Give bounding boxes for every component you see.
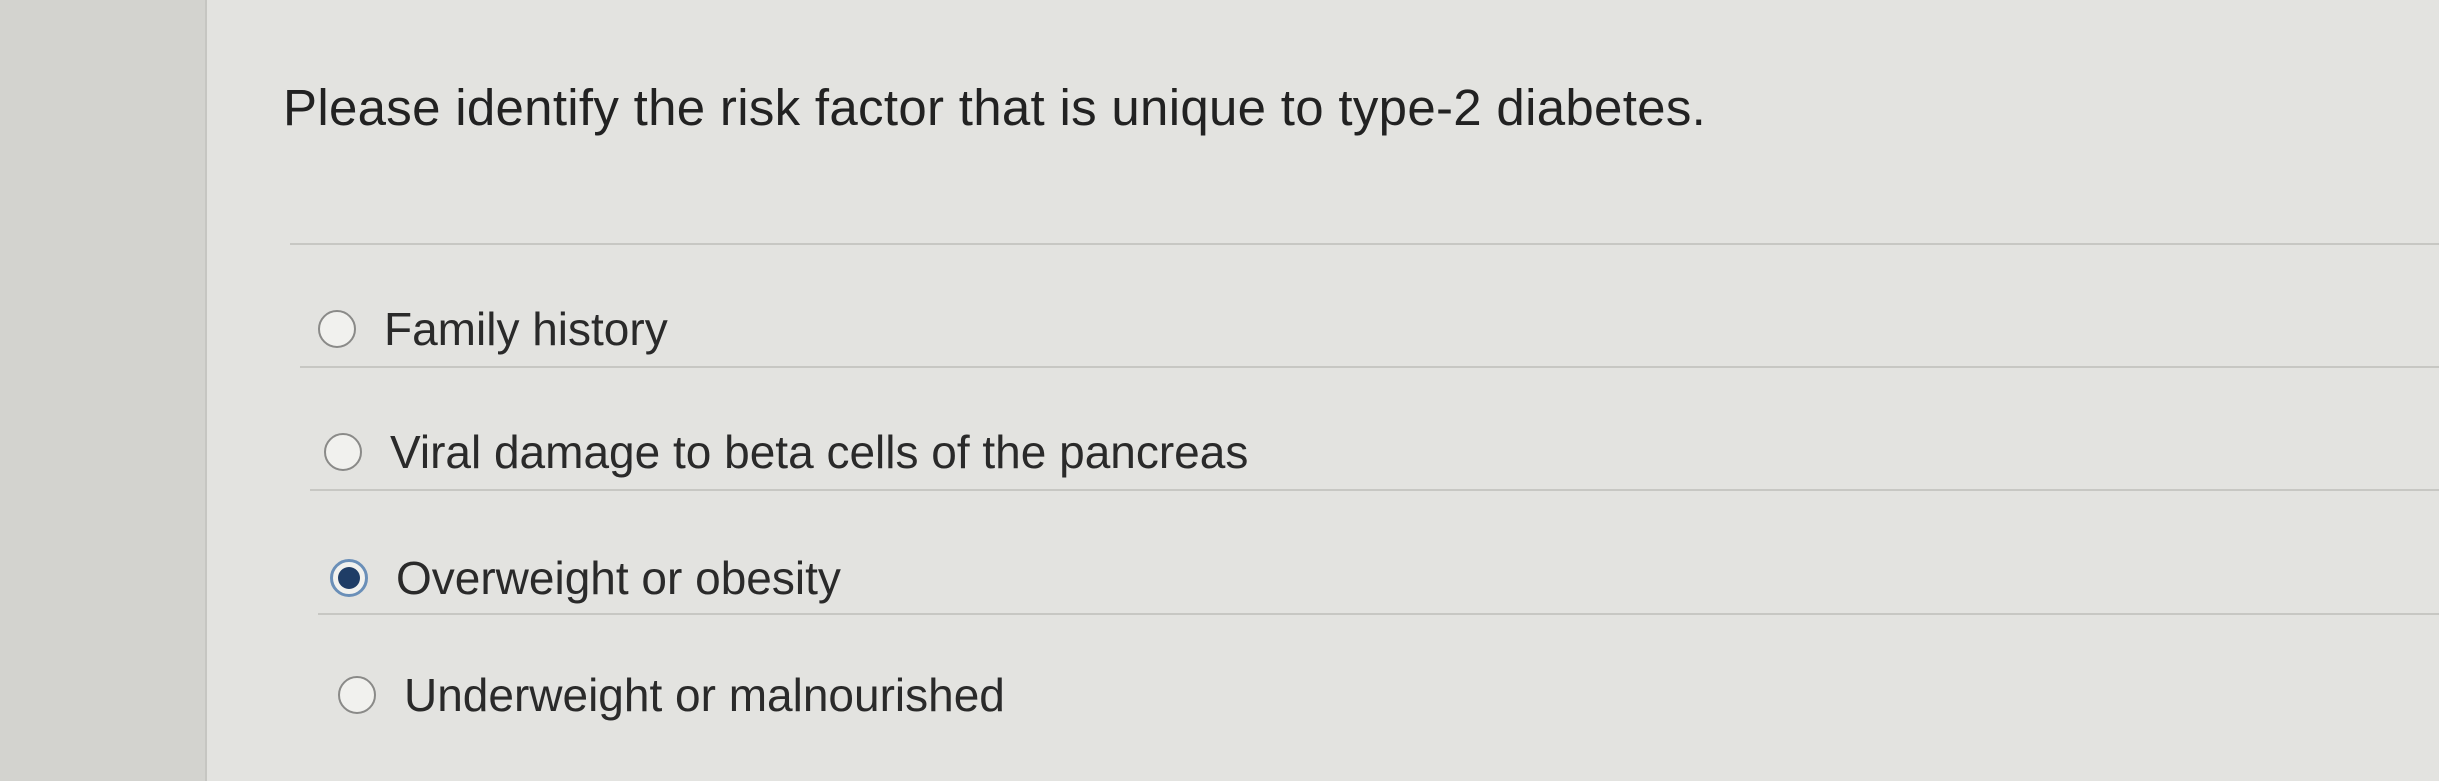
divider [300, 366, 2439, 368]
left-margin [0, 0, 205, 781]
option-family-history[interactable]: Family history [318, 302, 668, 356]
divider [310, 489, 2439, 491]
quiz-screen: Please identify the risk factor that is … [0, 0, 2439, 781]
radio-selected-icon[interactable] [330, 559, 368, 597]
question-text: Please identify the risk factor that is … [283, 79, 1707, 136]
radio-icon[interactable] [318, 310, 356, 348]
option-label: Viral damage to beta cells of the pancre… [390, 426, 1249, 478]
option-underweight[interactable]: Underweight or malnourished [338, 668, 1005, 722]
option-label: Underweight or malnourished [404, 669, 1005, 721]
divider [290, 243, 2439, 245]
option-label: Overweight or obesity [396, 552, 841, 604]
radio-icon[interactable] [324, 433, 362, 471]
divider [318, 613, 2439, 615]
radio-icon[interactable] [338, 676, 376, 714]
option-overweight-obesity[interactable]: Overweight or obesity [330, 551, 841, 605]
option-viral-damage[interactable]: Viral damage to beta cells of the pancre… [324, 425, 1248, 479]
option-label: Family history [384, 303, 668, 355]
